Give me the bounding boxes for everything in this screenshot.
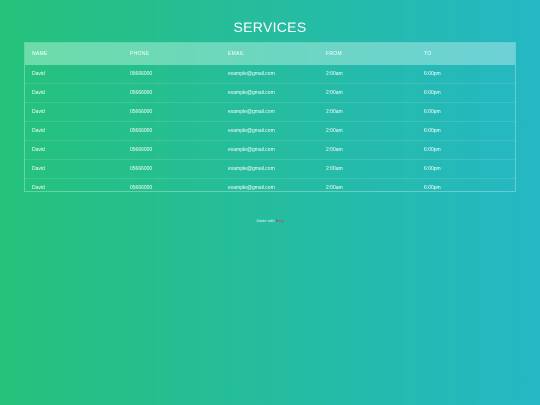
cell-phone: 05666000 [130, 71, 153, 77]
cell-name: David [32, 166, 45, 172]
cell-from: 2:00am [326, 90, 343, 96]
cell-to: 6:00pm [424, 166, 441, 172]
cell-phone: 05666000 [130, 128, 153, 134]
footer-text: Made with [256, 218, 275, 223]
cell-name: David [32, 128, 45, 134]
table-row: David 05666000 example@gmail.com 2:00am … [25, 179, 515, 191]
table-row: David 05666000 example@gmail.com 2:00am … [25, 141, 515, 160]
column-header-phone[interactable]: PHONE [123, 51, 221, 57]
cell-email: example@gmail.com [228, 109, 275, 115]
table-row: David 05666000 example@gmail.com 2:00am … [25, 103, 515, 122]
cell-from: 2:00am [326, 147, 343, 153]
cell-phone: 05666000 [130, 90, 153, 96]
cell-from: 2:00am [326, 185, 343, 191]
cell-phone: 05666000 [130, 147, 153, 153]
cell-from: 2:00am [326, 109, 343, 115]
cell-to: 6:00pm [424, 185, 441, 191]
cell-to: 6:00pm [424, 109, 441, 115]
cell-to: 6:00pm [424, 128, 441, 134]
cell-name: David [32, 147, 45, 153]
cell-name: David [32, 71, 45, 77]
cell-name: David [32, 109, 45, 115]
table-row: David 05666000 example@gmail.com 2:00am … [25, 160, 515, 179]
column-header-to[interactable]: TO [417, 51, 515, 57]
cell-email: example@gmail.com [228, 90, 275, 96]
services-table: NAME PHONE EMAIL FROM TO David 05666000 … [24, 42, 516, 192]
cell-name: David [32, 185, 45, 191]
column-header-name[interactable]: NAME [25, 51, 123, 57]
cell-from: 2:00am [326, 166, 343, 172]
cell-to: 6:00pm [424, 90, 441, 96]
cell-from: 2:00am [326, 128, 343, 134]
cell-phone: 05666000 [130, 185, 153, 191]
cell-email: example@gmail.com [228, 166, 275, 172]
heart-icon[interactable]: ♥ by [276, 218, 284, 223]
column-header-from[interactable]: FROM [319, 51, 417, 57]
table-row: David 05666000 example@gmail.com 2:00am … [25, 84, 515, 103]
table-row: David 05666000 example@gmail.com 2:00am … [25, 65, 515, 84]
cell-email: example@gmail.com [228, 71, 275, 77]
cell-email: example@gmail.com [228, 147, 275, 153]
page-title: SERVICES [233, 19, 307, 35]
table-body[interactable]: David 05666000 example@gmail.com 2:00am … [25, 65, 515, 191]
cell-phone: 05666000 [130, 109, 153, 115]
cell-name: David [32, 90, 45, 96]
column-header-email[interactable]: EMAIL [221, 51, 319, 57]
cell-phone: 05666000 [130, 166, 153, 172]
table-row: David 05666000 example@gmail.com 2:00am … [25, 122, 515, 141]
cell-to: 6:00pm [424, 71, 441, 77]
cell-email: example@gmail.com [228, 185, 275, 191]
cell-from: 2:00am [326, 71, 343, 77]
footer-credit: Made with ♥ by [0, 218, 540, 223]
cell-email: example@gmail.com [228, 128, 275, 134]
cell-to: 6:00pm [424, 147, 441, 153]
table-header: NAME PHONE EMAIL FROM TO [25, 43, 515, 65]
